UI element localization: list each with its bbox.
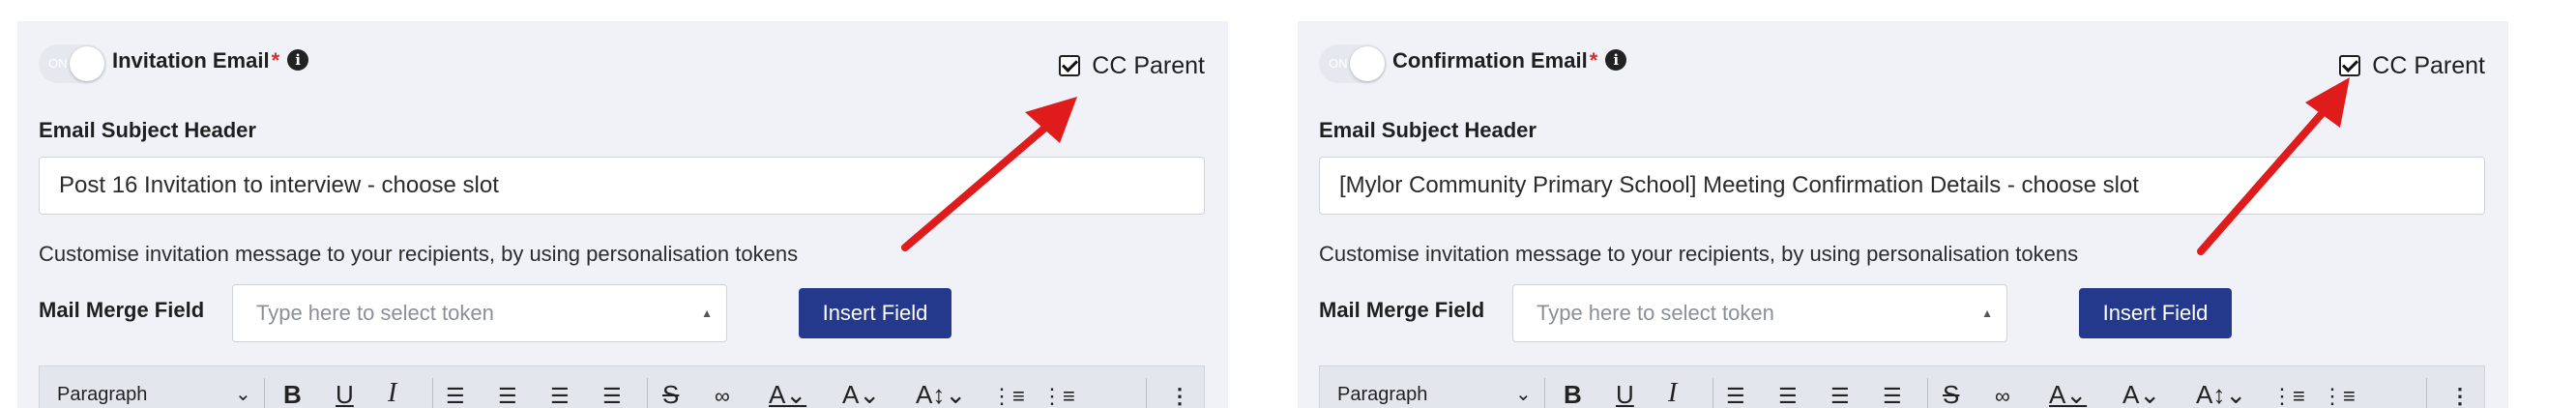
toolbar-divider bbox=[1927, 378, 1928, 408]
align-justify-icon[interactable]: ☰ bbox=[1883, 384, 1902, 408]
hint-text: Customise invitation message to your rec… bbox=[39, 242, 799, 266]
line-height-icon[interactable]: A↕⌄ bbox=[2196, 380, 2246, 408]
checkbox-checked-icon[interactable] bbox=[2339, 55, 2361, 76]
font-size-icon[interactable]: A⌄ bbox=[842, 380, 880, 408]
subject-input[interactable]: [Mylor Community Primary School] Meeting… bbox=[1319, 157, 2485, 215]
editor-toolbar: Paragraph ⌄ B U I ☰ ☰ ☰ ☰ S ∞ A⌄ A⌄ A↕⌄ ⋮… bbox=[39, 365, 1205, 408]
cc-parent-label: CC Parent bbox=[2372, 52, 2485, 79]
align-center-icon[interactable]: ☰ bbox=[1778, 384, 1798, 408]
info-icon[interactable]: i bbox=[1605, 49, 1627, 71]
select-caret-icon: ▲ bbox=[1981, 306, 1993, 320]
token-select[interactable]: Type here to select token ▲ bbox=[1512, 284, 2007, 342]
link-icon[interactable]: ∞ bbox=[1995, 384, 2010, 408]
required-mark: * bbox=[271, 48, 280, 73]
more-options-icon[interactable]: ⋮ bbox=[1169, 384, 1190, 408]
numbered-list-icon[interactable]: ⋮≡ bbox=[1041, 384, 1075, 408]
numbered-list-icon[interactable]: ⋮≡ bbox=[2322, 384, 2356, 408]
chevron-down-icon: ⌄ bbox=[235, 384, 251, 405]
line-height-icon[interactable]: A↕⌄ bbox=[916, 380, 966, 408]
subject-label: Email Subject Header bbox=[39, 118, 256, 142]
token-select[interactable]: Type here to select token ▲ bbox=[232, 284, 727, 342]
toolbar-divider bbox=[647, 378, 648, 408]
toolbar-divider bbox=[1712, 378, 1713, 408]
toggle-label: ON bbox=[1329, 56, 1348, 71]
toolbar-divider bbox=[264, 378, 265, 408]
insert-field-button[interactable]: Insert Field bbox=[2079, 288, 2232, 338]
hint-text: Customise invitation message to your rec… bbox=[1319, 242, 2079, 266]
align-justify-icon[interactable]: ☰ bbox=[602, 384, 622, 408]
mail-merge-label: Mail Merge Field bbox=[39, 298, 205, 322]
underline-icon[interactable]: U bbox=[336, 380, 354, 408]
confirmation-email-toggle[interactable]: ON bbox=[1319, 44, 1387, 83]
mail-merge-label: Mail Merge Field bbox=[1319, 298, 1485, 322]
token-placeholder: Type here to select token bbox=[1537, 301, 1774, 325]
strikethrough-icon[interactable]: S bbox=[1943, 380, 1959, 408]
chevron-down-icon: ⌄ bbox=[1515, 384, 1532, 405]
toggle-knob bbox=[70, 46, 104, 81]
bulleted-list-icon[interactable]: ⋮≡ bbox=[991, 384, 1025, 408]
link-icon[interactable]: ∞ bbox=[715, 384, 730, 408]
strikethrough-icon[interactable]: S bbox=[662, 380, 679, 408]
align-right-icon[interactable]: ☰ bbox=[550, 384, 570, 408]
font-color-icon[interactable]: A⌄ bbox=[769, 380, 806, 408]
token-placeholder: Type here to select token bbox=[256, 301, 494, 325]
select-caret-icon: ▲ bbox=[701, 306, 713, 320]
more-options-icon[interactable]: ⋮ bbox=[2449, 384, 2471, 408]
subject-label: Email Subject Header bbox=[1319, 118, 1537, 142]
section-title: Invitation Email* i bbox=[112, 48, 309, 73]
bulleted-list-icon[interactable]: ⋮≡ bbox=[2271, 384, 2305, 408]
section-title-text: Invitation Email bbox=[112, 48, 270, 73]
checkbox-checked-icon[interactable] bbox=[1059, 55, 1081, 76]
cc-parent-checkbox[interactable]: CC Parent bbox=[1059, 52, 1205, 80]
section-title-text: Confirmation Email bbox=[1392, 48, 1588, 73]
align-right-icon[interactable]: ☰ bbox=[1830, 384, 1850, 408]
invitation-email-toggle[interactable]: ON bbox=[39, 44, 106, 83]
cc-parent-label: CC Parent bbox=[1092, 52, 1205, 79]
required-mark: * bbox=[1589, 48, 1598, 73]
toggle-knob bbox=[1350, 46, 1385, 81]
invitation-email-panel: ON Invitation Email* i CC Parent Email Su… bbox=[17, 21, 1228, 408]
paragraph-label: Paragraph bbox=[1337, 384, 1428, 405]
paragraph-label: Paragraph bbox=[57, 384, 148, 405]
bold-icon[interactable]: B bbox=[1564, 380, 1582, 408]
align-left-icon[interactable]: ☰ bbox=[446, 384, 465, 408]
toggle-label: ON bbox=[48, 56, 68, 71]
bold-icon[interactable]: B bbox=[283, 380, 302, 408]
paragraph-select[interactable]: Paragraph ⌄ bbox=[1337, 384, 1532, 406]
confirmation-email-panel: ON Confirmation Email* i CC Parent Email … bbox=[1298, 21, 2508, 408]
paragraph-select[interactable]: Paragraph ⌄ bbox=[57, 384, 251, 406]
toolbar-divider bbox=[2426, 378, 2427, 408]
align-center-icon[interactable]: ☰ bbox=[498, 384, 517, 408]
toolbar-divider bbox=[432, 378, 433, 408]
underline-icon[interactable]: U bbox=[1616, 380, 1634, 408]
toolbar-divider bbox=[1146, 378, 1147, 408]
italic-icon[interactable]: I bbox=[1668, 378, 1677, 408]
cc-parent-checkbox[interactable]: CC Parent bbox=[2339, 52, 2485, 80]
italic-icon[interactable]: I bbox=[388, 378, 396, 408]
insert-field-button[interactable]: Insert Field bbox=[799, 288, 951, 338]
editor-toolbar: Paragraph ⌄ B U I ☰ ☰ ☰ ☰ S ∞ A⌄ A⌄ A↕⌄ ⋮… bbox=[1319, 365, 2485, 408]
info-icon[interactable]: i bbox=[287, 49, 309, 71]
toolbar-divider bbox=[1544, 378, 1545, 408]
font-color-icon[interactable]: A⌄ bbox=[2049, 380, 2087, 408]
section-title: Confirmation Email* i bbox=[1392, 48, 1627, 73]
align-left-icon[interactable]: ☰ bbox=[1726, 384, 1745, 408]
subject-input[interactable]: Post 16 Invitation to interview - choose… bbox=[39, 157, 1205, 215]
font-size-icon[interactable]: A⌄ bbox=[2122, 380, 2160, 408]
